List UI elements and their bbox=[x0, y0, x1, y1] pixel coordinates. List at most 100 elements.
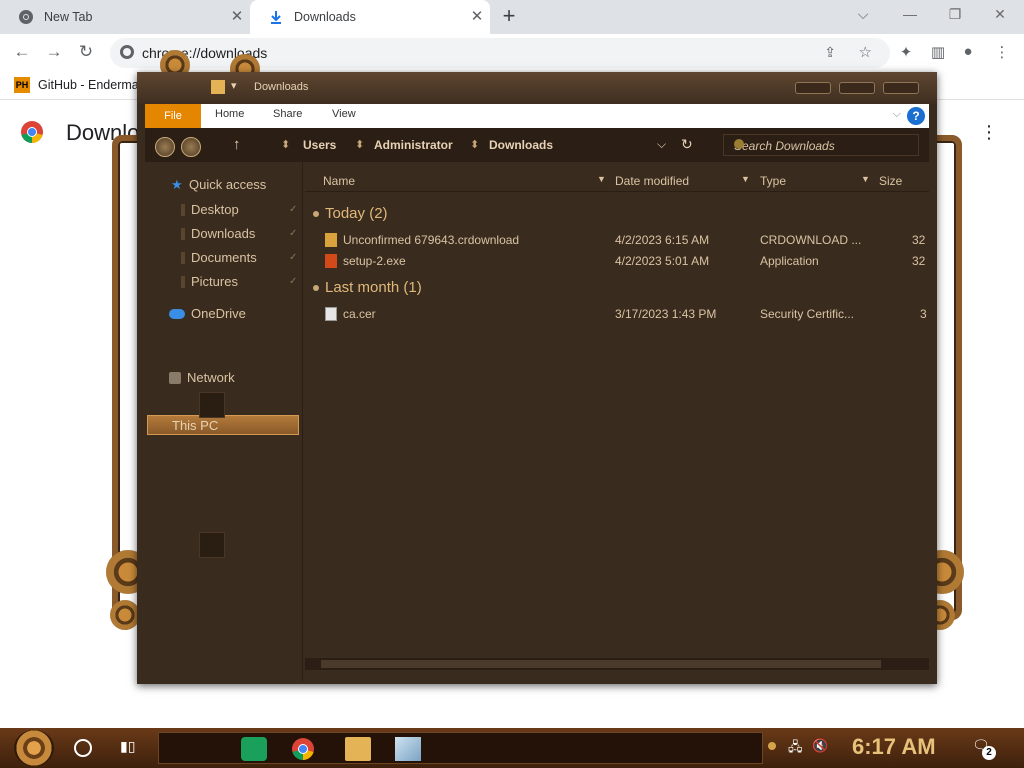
search-icon[interactable] bbox=[734, 139, 744, 149]
group-expand-icon bbox=[313, 284, 319, 291]
nav-desktop[interactable]: Desktop bbox=[181, 202, 239, 217]
ribbon-file-tab[interactable]: File bbox=[145, 104, 201, 128]
expand-ribbon-icon[interactable]: ⌵ bbox=[893, 108, 901, 121]
chrome-taskbar-icon[interactable] bbox=[291, 737, 317, 761]
address-bar[interactable]: chrome://downloads ⇪ ☆ bbox=[110, 38, 890, 68]
nav-downloads[interactable]: Downloads bbox=[181, 226, 255, 241]
breadcrumb-users[interactable]: Users bbox=[303, 138, 336, 152]
tab-downloads[interactable]: Downloads ✕ bbox=[250, 0, 490, 34]
ribbon-share-tab[interactable]: Share bbox=[273, 108, 302, 120]
nav-pictures[interactable]: Pictures bbox=[181, 274, 238, 289]
nav-this-pc[interactable]: This PC bbox=[147, 415, 299, 435]
column-dropdown-icon[interactable]: ▼ bbox=[861, 174, 870, 184]
scrollbar-thumb[interactable] bbox=[321, 660, 881, 668]
explorer-title-bar[interactable]: ▾ Downloads bbox=[137, 72, 937, 104]
back-button[interactable]: ← bbox=[10, 42, 34, 64]
tab-label: Downloads bbox=[294, 10, 356, 24]
close-window-button[interactable]: ✕ bbox=[988, 6, 1012, 26]
group-header[interactable]: Last month (1) bbox=[313, 279, 422, 296]
cloud-icon bbox=[169, 308, 185, 319]
quick-access-toolbar-icon[interactable]: ▾ bbox=[231, 79, 237, 92]
notes-app-icon[interactable] bbox=[241, 737, 267, 761]
ribbon-view-tab[interactable]: View bbox=[332, 108, 356, 120]
more-options-icon[interactable]: ⋮ bbox=[980, 122, 998, 143]
nav-network[interactable]: Network bbox=[169, 370, 235, 385]
network-tray-icon[interactable]: 🖧 bbox=[788, 738, 803, 760]
column-dropdown-icon[interactable]: ▼ bbox=[597, 174, 606, 184]
network-icon bbox=[169, 371, 181, 384]
nav-onedrive[interactable]: OneDrive bbox=[169, 306, 246, 321]
group-label: Today (2) bbox=[325, 205, 388, 222]
file-explorer-taskbar-icon[interactable] bbox=[345, 737, 371, 761]
file-list: Name ▼ Date modified ▼ Type ▼ Size Today… bbox=[305, 162, 929, 672]
app-taskbar-icon[interactable] bbox=[395, 737, 421, 761]
nav-quick-access[interactable]: ★ Quick access bbox=[171, 177, 266, 192]
task-view-icon[interactable]: ▮▯ bbox=[120, 738, 140, 758]
search-circle-icon[interactable] bbox=[74, 739, 92, 757]
ribbon-home-tab[interactable]: Home bbox=[215, 108, 244, 120]
close-tab-icon[interactable]: ✕ bbox=[228, 8, 246, 26]
chevron-down-icon[interactable]: ⌵ bbox=[851, 6, 875, 26]
tab-new-tab[interactable]: New Tab ✕ bbox=[0, 0, 250, 34]
column-type[interactable]: Type bbox=[760, 174, 786, 188]
column-name[interactable]: Name bbox=[323, 174, 355, 188]
file-size: 3 bbox=[920, 307, 927, 321]
file-date: 3/17/2023 1:43 PM bbox=[615, 307, 717, 321]
desktop-icon bbox=[181, 203, 185, 216]
site-info-icon[interactable] bbox=[120, 45, 134, 59]
nav-label: Downloads bbox=[191, 226, 256, 241]
nav-documents[interactable]: Documents bbox=[181, 250, 257, 265]
download-icon bbox=[268, 9, 284, 25]
breadcrumb-administrator[interactable]: Administrator bbox=[374, 138, 453, 152]
help-icon[interactable]: ? bbox=[907, 107, 925, 125]
share-icon[interactable]: ⇪ bbox=[824, 44, 836, 61]
forward-arrow-icon[interactable] bbox=[181, 137, 201, 157]
ghost-file-icon bbox=[199, 532, 225, 558]
column-dropdown-icon[interactable]: ▼ bbox=[741, 174, 750, 184]
file-row[interactable]: Unconfirmed 679643.crdownload 4/2/2023 6… bbox=[305, 230, 929, 250]
profile-icon[interactable]: ● bbox=[958, 43, 978, 63]
column-size[interactable]: Size bbox=[879, 174, 902, 188]
start-button[interactable] bbox=[14, 730, 54, 766]
nav-label: OneDrive bbox=[191, 306, 246, 321]
minimize-button[interactable]: — bbox=[898, 6, 922, 26]
group-label: Last month (1) bbox=[325, 279, 422, 296]
extensions-icon[interactable]: ✦ bbox=[896, 43, 916, 63]
star-icon: ★ bbox=[171, 176, 183, 192]
star-icon[interactable]: ☆ bbox=[859, 43, 872, 61]
search-input[interactable]: Search Downloads bbox=[723, 134, 919, 156]
close-tab-icon[interactable]: ✕ bbox=[468, 8, 486, 26]
horizontal-scrollbar[interactable] bbox=[305, 658, 929, 670]
pin-icon: ✓ bbox=[289, 228, 298, 239]
back-arrow-icon[interactable] bbox=[155, 137, 175, 157]
bookmark-github[interactable]: PH GitHub - Enderma bbox=[14, 77, 139, 93]
nav-label: Desktop bbox=[191, 202, 239, 217]
refresh-icon[interactable]: ↻ bbox=[681, 136, 693, 153]
address-dropdown-icon[interactable]: ⌵ bbox=[657, 137, 666, 152]
pin-icon: ✓ bbox=[289, 252, 298, 263]
group-header[interactable]: Today (2) bbox=[313, 205, 388, 222]
forward-button[interactable]: → bbox=[42, 42, 66, 64]
file-date: 4/2/2023 6:15 AM bbox=[615, 233, 710, 247]
ribbon: File Home Share View ⌵ ? bbox=[145, 104, 929, 128]
file-row[interactable]: setup-2.exe 4/2/2023 5:01 AM Application… bbox=[305, 251, 929, 271]
restore-button[interactable]: ❐ bbox=[943, 6, 967, 26]
side-panel-icon[interactable]: ▥ bbox=[928, 43, 948, 63]
explorer-minimize-button[interactable] bbox=[795, 82, 831, 94]
reload-button[interactable]: ↻ bbox=[74, 42, 98, 64]
explorer-close-button[interactable] bbox=[883, 82, 919, 94]
new-tab-button[interactable]: + bbox=[498, 5, 520, 27]
breadcrumb-downloads[interactable]: Downloads bbox=[489, 138, 553, 152]
nav-label: This PC bbox=[172, 418, 219, 433]
explorer-maximize-button[interactable] bbox=[839, 82, 875, 94]
clock[interactable]: 6:17 AM bbox=[852, 734, 936, 760]
column-date[interactable]: Date modified bbox=[615, 174, 689, 188]
tab-label: New Tab bbox=[44, 10, 93, 24]
up-arrow-icon[interactable]: ↑ bbox=[233, 136, 241, 153]
tray-overflow-icon[interactable] bbox=[768, 742, 776, 750]
file-row[interactable]: ca.cer 3/17/2023 1:43 PM Security Certif… bbox=[305, 304, 929, 324]
volume-muted-icon[interactable]: 🔇 bbox=[812, 738, 828, 754]
menu-icon[interactable]: ⋮ bbox=[992, 43, 1012, 63]
file-date: 4/2/2023 5:01 AM bbox=[615, 254, 710, 268]
folder-icon bbox=[211, 80, 225, 94]
